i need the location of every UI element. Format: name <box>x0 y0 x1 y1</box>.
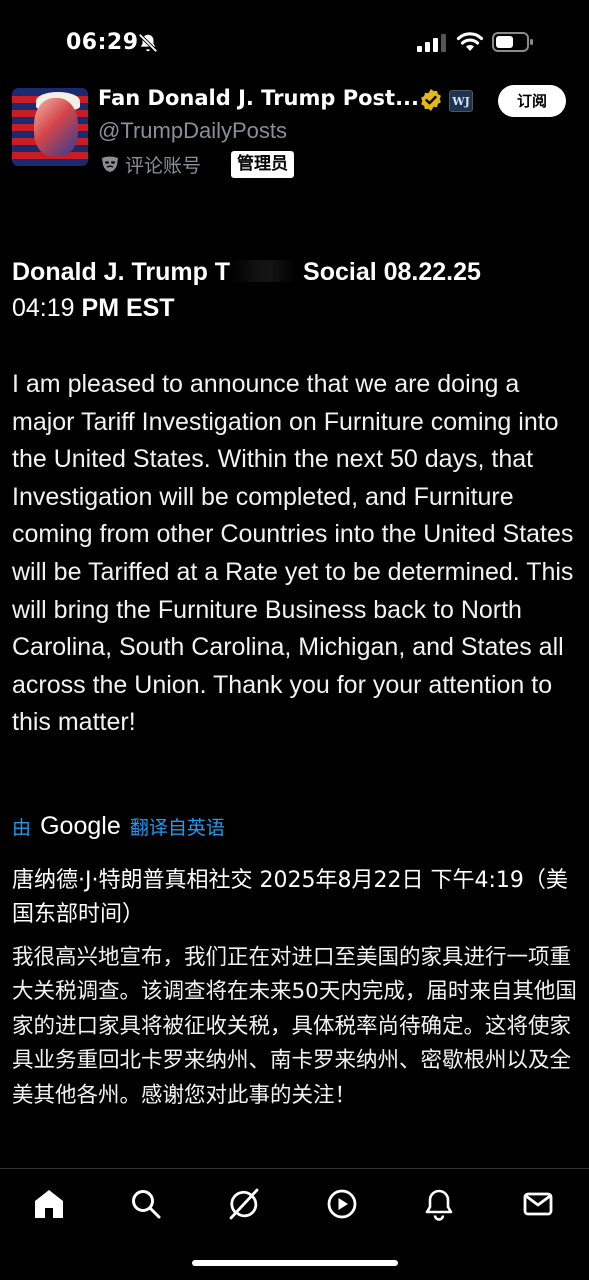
redaction-blur <box>230 260 297 282</box>
translated-body: 我很高兴地宣布，我们正在对进口至美国的家具进行一项重大关税调查。该调查将在未来5… <box>12 945 577 1108</box>
post-title-start: Donald J. Trump T <box>12 258 231 286</box>
battery-icon <box>492 32 533 52</box>
video-icon[interactable] <box>325 1187 359 1221</box>
search-icon[interactable] <box>129 1187 163 1221</box>
translated-by-google[interactable]: 由 Google 翻译自英语 <box>12 812 225 846</box>
messages-icon[interactable] <box>521 1187 555 1221</box>
bell-slash-icon <box>138 33 158 53</box>
notifications-icon[interactable] <box>422 1187 456 1221</box>
home-icon[interactable] <box>32 1187 66 1221</box>
mask-icon <box>102 156 118 172</box>
admin-badge: 管理员 <box>231 151 294 178</box>
display-name[interactable]: Fan Donald J. Trump Post... <box>98 86 419 110</box>
affiliate-badge[interactable]: WJ <box>449 90 473 112</box>
post-title: Donald J. Trump T Social 08.22.25 04:19 … <box>12 254 572 326</box>
post-title-end: Social 08.22.25 <box>303 258 481 286</box>
user-handle[interactable]: @TrumpDailyPosts <box>98 118 287 144</box>
translated-from-label: 翻译自英语 <box>129 817 225 839</box>
post-author-header: Fan Donald J. Trump Post... WJ 订阅 @Trump… <box>0 82 589 182</box>
post-time: 04:19 <box>12 294 75 322</box>
google-logo: Google <box>40 812 121 840</box>
verified-badge-icon <box>421 89 441 111</box>
home-indicator[interactable] <box>192 1260 398 1266</box>
translated-by-label: 由 <box>12 817 32 839</box>
grok-icon[interactable] <box>227 1187 261 1221</box>
post-body: I am pleased to announce that we are doi… <box>12 370 574 737</box>
status-time: 06:29 <box>66 30 139 55</box>
signal-icon <box>417 34 446 52</box>
post-time-suffix: PM EST <box>81 294 175 322</box>
subscribe-button[interactable]: 订阅 <box>498 85 566 117</box>
wifi-icon <box>456 32 484 51</box>
translated-title: 唐纳德·J·特朗普真相社交 2025年8月22日 下午4:19（美国东部时间） <box>12 868 568 927</box>
status-bar: 06:29 <box>0 0 589 82</box>
avatar[interactable] <box>12 88 88 166</box>
commentary-account-label: 评论账号 <box>125 155 202 177</box>
